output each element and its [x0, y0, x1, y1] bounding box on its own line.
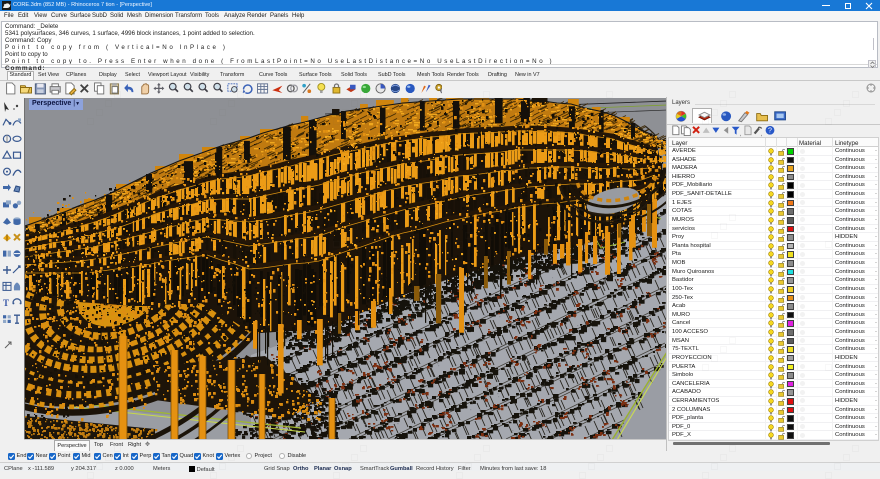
svg-text:,: , [740, 132, 741, 137]
svg-text:T: T [3, 298, 9, 308]
svg-text:,: , [761, 132, 762, 137]
svg-text:?: ? [768, 128, 772, 135]
